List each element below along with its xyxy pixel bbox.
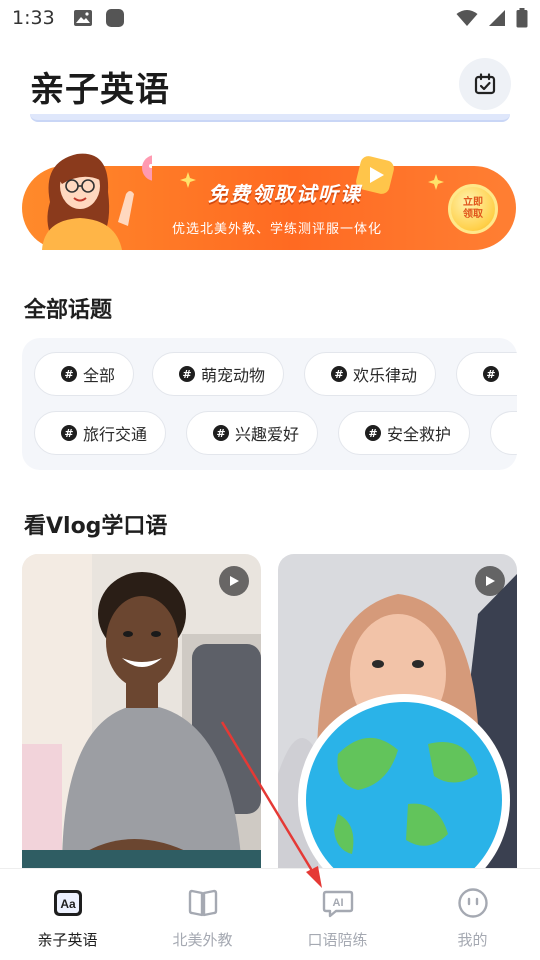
topic-chip-label: 欢乐律动 — [353, 366, 418, 385]
search-bar-edge — [30, 114, 510, 122]
image-notification-icon — [73, 10, 92, 26]
vlog-card[interactable] — [22, 554, 261, 870]
hashtag-icon: # — [213, 425, 229, 441]
topic-chip-happy-rhythm[interactable]: # 欢乐律动 — [304, 352, 437, 396]
sparkle-icon — [180, 172, 196, 188]
nav-label: 北美外教 — [172, 931, 233, 949]
calendar-button[interactable] — [459, 58, 511, 110]
app-notification-icon — [105, 9, 124, 27]
status-bar: 1:33 — [0, 0, 540, 36]
wifi-icon — [456, 10, 478, 26]
battery-icon — [516, 8, 528, 28]
hashtag-icon: # — [331, 366, 347, 382]
sparkle-icon — [428, 174, 444, 190]
vlog-thumbnail — [22, 554, 261, 870]
topic-chip-label: 安全救护 — [387, 425, 452, 444]
hashtag-icon: # — [483, 366, 499, 382]
nav-label: 我的 — [457, 931, 488, 949]
nav-label: 亲子英语 — [37, 931, 98, 949]
topic-chip-label: 全部 — [83, 366, 116, 385]
bottom-navigation: Aa 亲子英语 北美外教 AI 口语陪练 我的 — [0, 868, 540, 960]
nav-tab-oral-practice[interactable]: AI 口语陪练 — [270, 869, 405, 960]
play-button[interactable] — [219, 566, 249, 596]
topics-panel: # 全部 # 萌宠动物 # 欢乐律动 # # 旅行交通 # 兴趣爱好 # 安全救… — [22, 338, 517, 470]
signal-icon — [489, 10, 505, 26]
free-trial-banner[interactable]: 免费领取试听课 优选北美外教、学练测评服一体化 立即领取 — [22, 142, 516, 250]
svg-text:AI: AI — [332, 897, 343, 909]
play-icon — [486, 576, 495, 586]
aa-book-icon: Aa — [52, 887, 84, 919]
vlog-thumbnail — [278, 554, 517, 870]
page-title: 亲子英语 — [30, 70, 170, 110]
play-button[interactable] — [475, 566, 505, 596]
calendar-check-icon — [474, 73, 496, 95]
hashtag-icon: # — [179, 366, 195, 382]
topic-chip-pets-animals[interactable]: # 萌宠动物 — [152, 352, 285, 396]
vlog-section-title: 看Vlog学口语 — [24, 514, 168, 539]
topics-section-title: 全部话题 — [24, 298, 113, 323]
topic-chip-partial[interactable]: # — [456, 352, 517, 396]
claim-now-button[interactable]: 立即领取 — [448, 184, 498, 234]
claim-now-label: 立即领取 — [463, 197, 483, 220]
status-time: 1:33 — [12, 7, 55, 29]
play-icon — [230, 576, 239, 586]
teacher-illustration — [42, 153, 152, 250]
topic-chip-all[interactable]: # 全部 — [34, 352, 135, 396]
ai-chat-icon: AI — [322, 887, 354, 919]
topic-chip-travel[interactable]: # 旅行交通 — [34, 411, 167, 455]
nav-label: 口语陪练 — [307, 931, 368, 949]
nav-tab-me[interactable]: 我的 — [405, 869, 540, 960]
hashtag-icon: # — [61, 366, 77, 382]
nav-tab-parent-child-english[interactable]: Aa 亲子英语 — [0, 869, 135, 960]
smiley-icon — [457, 887, 489, 919]
topic-chip-partial[interactable] — [490, 411, 517, 455]
hashtag-icon: # — [61, 425, 77, 441]
topic-chip-hobbies[interactable]: # 兴趣爱好 — [186, 411, 319, 455]
vlog-card[interactable] — [278, 554, 517, 870]
banner-subtitle: 优选北美外教、学练测评服一体化 — [172, 222, 383, 237]
nav-tab-north-american-teachers[interactable]: 北美外教 — [135, 869, 270, 960]
topic-chip-label: 旅行交通 — [83, 425, 148, 444]
hashtag-icon: # — [365, 425, 381, 441]
banner-title: 免费领取试听课 — [208, 182, 362, 206]
topic-chip-safety[interactable]: # 安全救护 — [338, 411, 471, 455]
topic-chip-label: 萌宠动物 — [201, 366, 266, 385]
svg-text:Aa: Aa — [60, 897, 76, 911]
topic-chip-label: 兴趣爱好 — [235, 425, 300, 444]
open-book-icon — [187, 887, 219, 919]
